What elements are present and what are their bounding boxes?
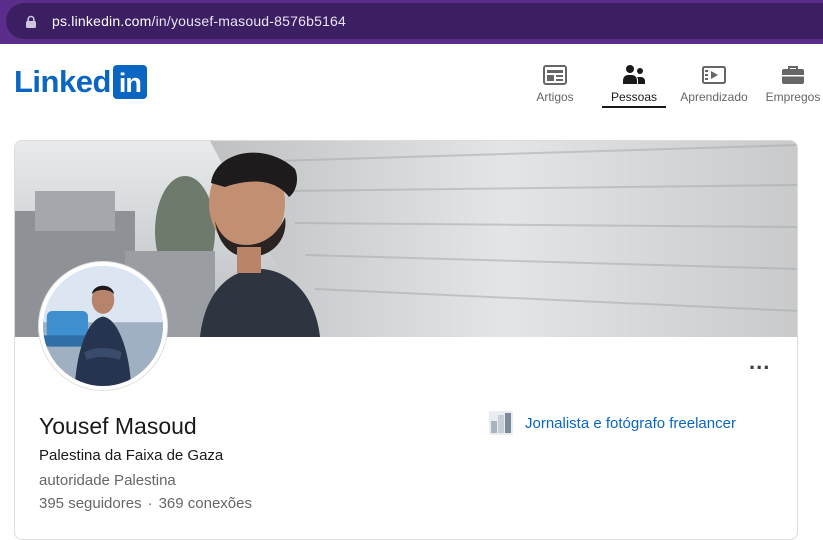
company-icon: [489, 411, 513, 435]
profile-card: ... Yousef Masoud Palestina da Faixa de …: [14, 140, 798, 540]
more-options-button[interactable]: ...: [749, 349, 770, 375]
nav-aprendizado-label: Aprendizado: [680, 90, 748, 104]
followers-count[interactable]: 395 seguidores: [39, 495, 142, 512]
linkedin-logo[interactable]: Linked in: [14, 64, 147, 100]
profile-stats: 395 seguidores · 369 conexões: [39, 495, 252, 512]
jobs-icon: [782, 66, 804, 84]
active-tab-indicator: [602, 106, 666, 108]
nav-aprendizado[interactable]: Aprendizado: [678, 60, 750, 108]
url-host: ps.linkedin.com: [52, 13, 152, 29]
people-icon: [623, 65, 645, 84]
position-title: Jornalista e fotógrafo freelancer: [525, 414, 736, 432]
nav-empregos-label: Empregos: [765, 90, 821, 104]
profile-headline: Palestina da Faixa de Gaza: [39, 447, 224, 464]
current-position[interactable]: Jornalista e fotógrafo freelancer: [489, 411, 736, 435]
logo-in-box: in: [112, 65, 147, 99]
avatar-photo: [43, 266, 163, 386]
nav-pessoas-label: Pessoas: [610, 90, 658, 104]
lock-icon: [26, 15, 36, 28]
address-bar[interactable]: ps.linkedin.com/in/yousef-masoud-8576b51…: [6, 3, 823, 39]
nav-artigos-label: Artigos: [536, 90, 574, 104]
url-path: /in/yousef-masoud-8576b5164: [151, 13, 347, 29]
nav-pessoas[interactable]: Pessoas: [602, 60, 666, 108]
profile-avatar[interactable]: [39, 262, 167, 390]
articles-icon: [543, 65, 567, 85]
url-text[interactable]: ps.linkedin.com/in/yousef-masoud-8576b51…: [52, 13, 346, 29]
profile-location: autoridade Palestina: [39, 472, 176, 489]
learning-icon: [702, 66, 726, 84]
logo-wordmark: Linked: [14, 64, 111, 99]
nav-artigos[interactable]: Artigos: [530, 60, 580, 108]
connections-count[interactable]: 369 conexões: [159, 495, 252, 512]
browser-toolbar: ps.linkedin.com/in/yousef-masoud-8576b51…: [0, 0, 823, 44]
nav-empregos[interactable]: Empregos: [764, 60, 822, 108]
profile-name: Yousef Masoud: [39, 413, 197, 439]
stats-separator: ·: [147, 495, 153, 512]
